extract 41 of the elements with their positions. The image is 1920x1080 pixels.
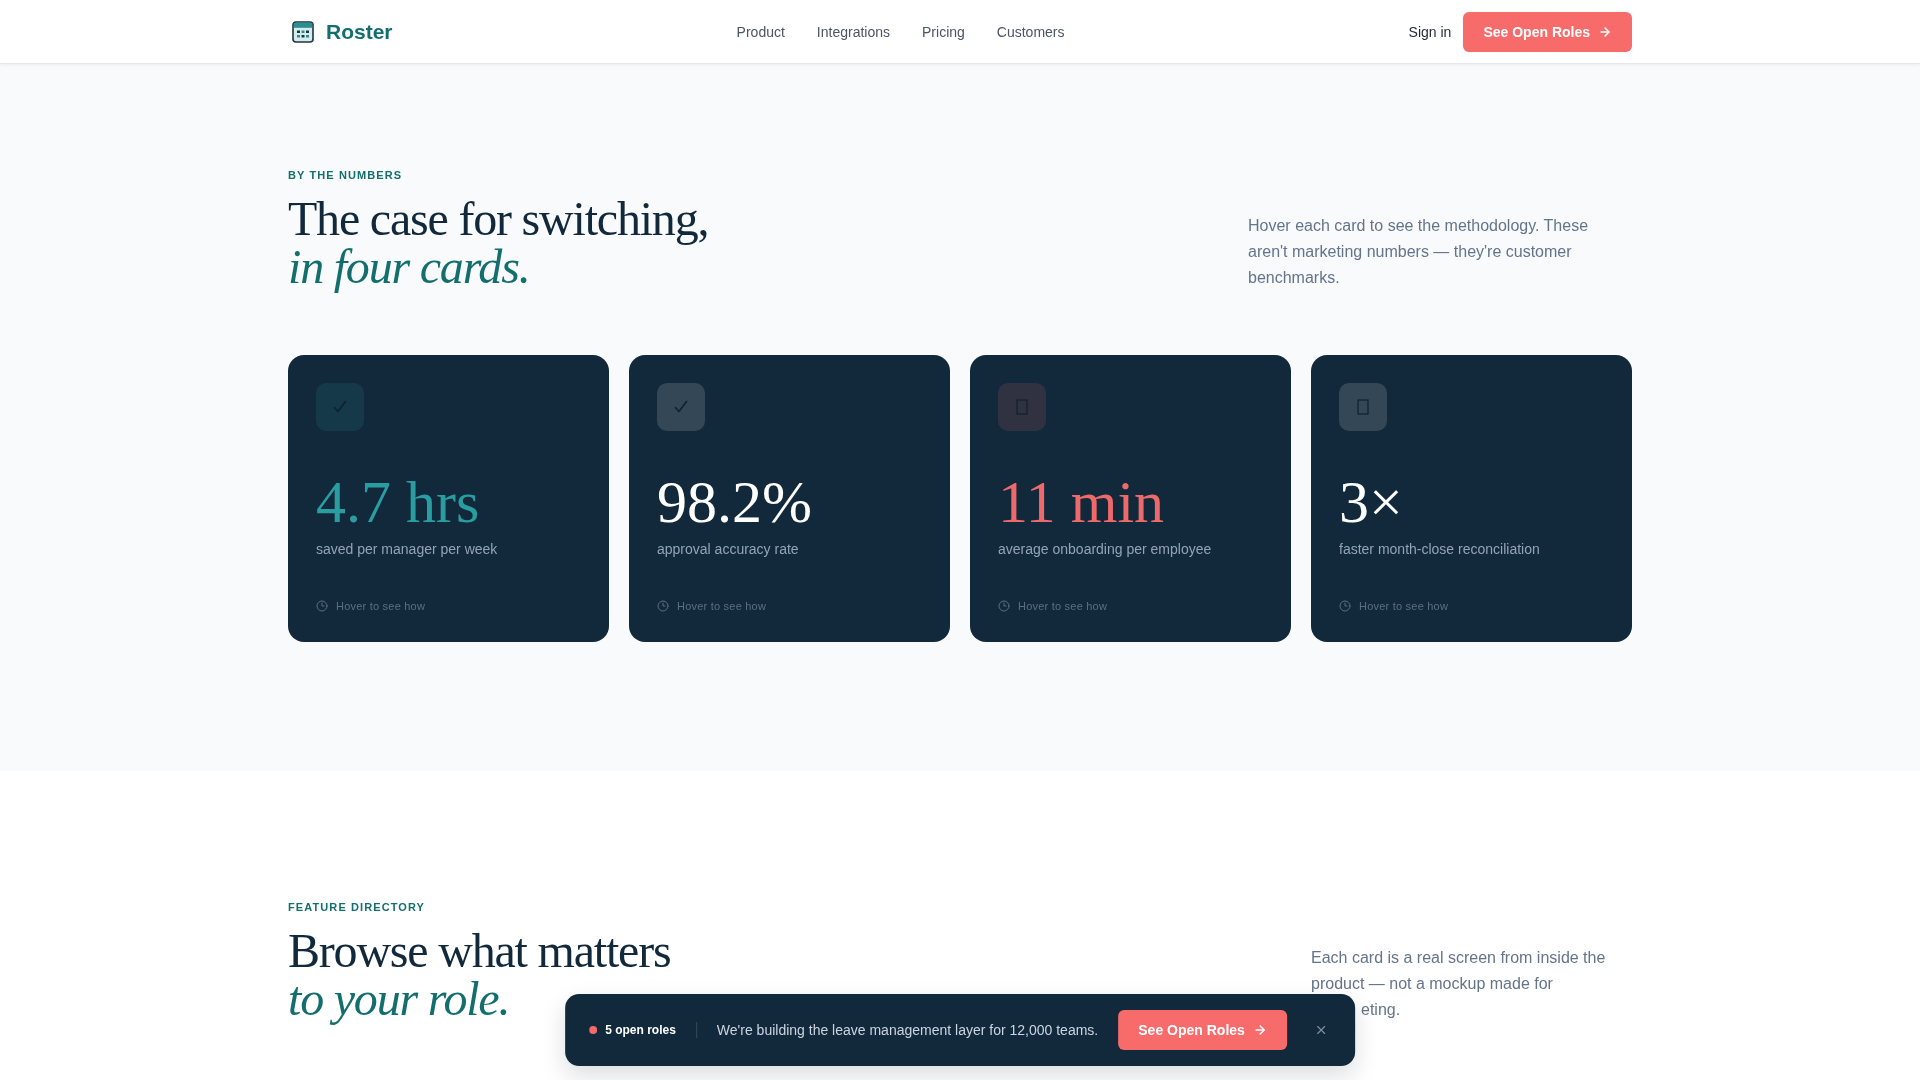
section-eyebrow: BY THE NUMBERS <box>288 168 403 183</box>
calendar-icon <box>292 20 314 43</box>
rectangle-icon <box>1339 383 1387 431</box>
stat-value: 3× <box>1339 472 1403 532</box>
section-heading-accent: in four cards. <box>288 243 530 291</box>
hover-hint: Hover to see how <box>677 599 767 614</box>
stat-value: 98.2% <box>657 472 812 532</box>
rectangle-icon <box>998 383 1046 431</box>
stat-label: saved per manager per week <box>316 540 498 559</box>
stat-value: 4.7 hrs <box>316 472 480 532</box>
clock-icon <box>1339 600 1351 612</box>
stat-value: 11 min <box>998 472 1165 532</box>
stat-label: faster month-close reconciliation <box>1339 540 1540 559</box>
nav-link[interactable]: Customers <box>996 21 1065 42</box>
banner-message: We're building the leave management layer for 12,000 teams. <box>716 1021 1099 1040</box>
hover-hint: Hover to see how <box>1359 599 1449 614</box>
clock-icon <box>998 600 1010 612</box>
section-description: product — not a mockup made for <box>1311 974 1553 994</box>
open-roles-count: 5 open roles <box>605 1022 676 1038</box>
nav-link[interactable]: Integrations <box>816 21 891 42</box>
nav-link[interactable]: Product <box>736 21 785 42</box>
check-icon <box>316 383 364 431</box>
nav-link[interactable]: Pricing <box>922 21 965 42</box>
stat-label: approval accuracy rate <box>657 540 799 559</box>
brand-name[interactable]: Roster <box>326 17 393 46</box>
clock-icon <box>316 600 328 612</box>
clock-icon <box>657 600 669 612</box>
section-heading: The case for switching, <box>288 195 709 243</box>
section-description: Each card is a real screen from inside the <box>1311 948 1606 968</box>
hover-hint: Hover to see how <box>1018 599 1108 614</box>
section-eyebrow: FEATURE DIRECTORY <box>288 900 426 915</box>
section-description: eting. <box>1361 1000 1401 1020</box>
sign-in-link[interactable]: Sign in <box>1408 21 1452 42</box>
stat-label: average onboarding per employee <box>998 540 1212 559</box>
hover-hint: Hover to see how <box>336 599 426 614</box>
arrow-right-icon <box>1252 1023 1267 1037</box>
status-dot-icon <box>589 1026 598 1034</box>
section-heading-accent: to your role. <box>288 975 510 1023</box>
section-heading: Browse what matters <box>288 927 671 975</box>
check-icon <box>657 383 705 431</box>
section-description: Hover each card to see the methodology. These aren't marketing numbers — they're customer benchmarks. <box>1248 216 1590 288</box>
